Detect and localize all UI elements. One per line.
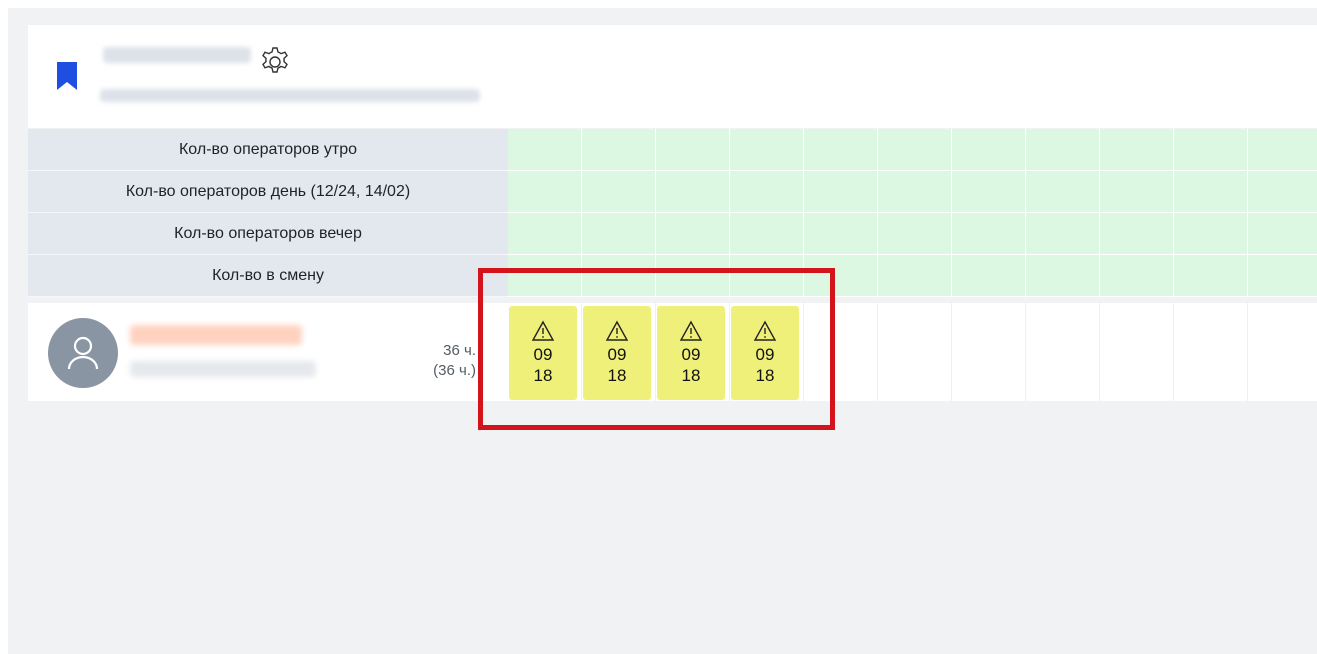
summary-cell[interactable] <box>582 171 656 213</box>
label-shift-count: Кол-во в смену <box>28 255 508 297</box>
summary-cell[interactable] <box>878 171 952 213</box>
summary-cell[interactable] <box>1026 213 1100 255</box>
summary-cell[interactable] <box>1100 213 1174 255</box>
label-evening-operators: Кол-во операторов вечер <box>28 213 508 255</box>
schedule-cell[interactable] <box>952 303 1026 401</box>
hours-value: 36 ч. <box>443 342 476 359</box>
summary-cell[interactable] <box>1100 129 1174 171</box>
team-header-card <box>28 25 1317 128</box>
schedule-cell[interactable] <box>878 303 952 401</box>
summary-cell[interactable] <box>1248 171 1317 213</box>
summary-cell[interactable] <box>804 171 878 213</box>
schedule-cell[interactable] <box>1100 303 1174 401</box>
summary-cell[interactable] <box>1174 171 1248 213</box>
summary-cell[interactable] <box>804 213 878 255</box>
operator-hours: 36 ч. (36 ч.) <box>433 341 476 381</box>
label-morning-operators: Кол-во операторов утро <box>28 129 508 171</box>
hours-total: (36 ч.) <box>433 362 476 379</box>
summary-cell[interactable] <box>1026 171 1100 213</box>
summary-cell[interactable] <box>508 171 582 213</box>
schedule-cell[interactable] <box>1026 303 1100 401</box>
summary-cell[interactable] <box>508 129 582 171</box>
summary-cell[interactable] <box>804 129 878 171</box>
person-icon <box>67 336 99 370</box>
summary-cell[interactable] <box>730 129 804 171</box>
summary-cell[interactable] <box>582 129 656 171</box>
summary-cell[interactable] <box>878 129 952 171</box>
team-name-redacted <box>103 47 251 63</box>
summary-cell[interactable] <box>1174 255 1248 297</box>
team-subtitle-redacted <box>100 89 480 102</box>
summary-cell[interactable] <box>952 171 1026 213</box>
summary-cell[interactable] <box>1026 255 1100 297</box>
summary-cell[interactable] <box>1174 213 1248 255</box>
bookmark-icon[interactable] <box>55 60 79 92</box>
summary-cell[interactable] <box>730 171 804 213</box>
row-label-column: Кол-во операторов утро Кол-во операторов… <box>28 129 508 297</box>
summary-cell[interactable] <box>508 213 582 255</box>
summary-cell[interactable] <box>656 171 730 213</box>
summary-cell[interactable] <box>1174 129 1248 171</box>
user-avatar-icon[interactable] <box>48 318 118 388</box>
summary-cell[interactable] <box>582 213 656 255</box>
operator-name-redacted <box>130 325 302 345</box>
summary-cell[interactable] <box>656 213 730 255</box>
label-day-operators: Кол-во операторов день (12/24, 14/02) <box>28 171 508 213</box>
summary-cell[interactable] <box>1248 213 1317 255</box>
summary-cell[interactable] <box>656 129 730 171</box>
gear-icon[interactable] <box>258 45 292 79</box>
schedule-cell[interactable] <box>1248 303 1317 401</box>
summary-cell[interactable] <box>730 213 804 255</box>
summary-cell[interactable] <box>878 213 952 255</box>
summary-cell[interactable] <box>1100 171 1174 213</box>
summary-cell[interactable] <box>1248 129 1317 171</box>
operator-role-redacted <box>130 361 316 377</box>
summary-cell[interactable] <box>878 255 952 297</box>
summary-cell[interactable] <box>1100 255 1174 297</box>
summary-cell[interactable] <box>952 213 1026 255</box>
schedule-cell[interactable] <box>1174 303 1248 401</box>
highlight-annotation-box <box>478 268 835 430</box>
summary-cell[interactable] <box>1026 129 1100 171</box>
summary-cell[interactable] <box>952 255 1026 297</box>
summary-cell[interactable] <box>952 129 1026 171</box>
summary-cell[interactable] <box>1248 255 1317 297</box>
